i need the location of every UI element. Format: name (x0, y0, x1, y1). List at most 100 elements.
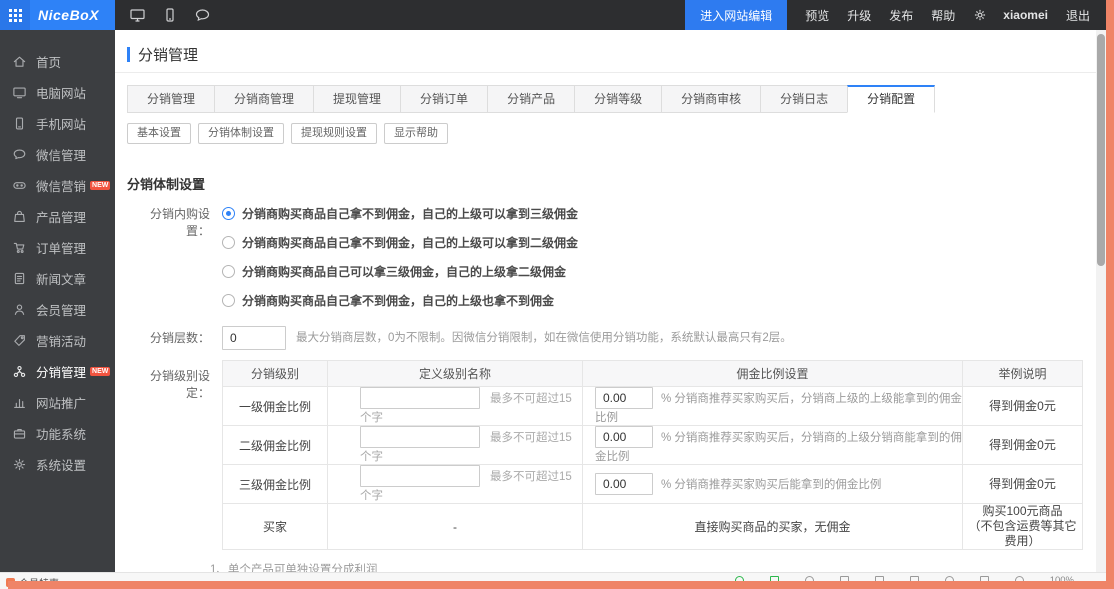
tab[interactable]: 分销商管理 (214, 85, 314, 113)
levels-input[interactable] (222, 326, 286, 350)
bag-icon (12, 209, 27, 224)
sidebar-item[interactable]: 网站推广 (0, 387, 115, 418)
tab[interactable]: 分销日志 (760, 85, 848, 113)
radio-button[interactable] (222, 207, 235, 220)
sub-setting-button[interactable]: 显示帮助 (384, 123, 448, 144)
wechat-chat-icon[interactable] (194, 7, 211, 23)
home-icon (12, 54, 27, 69)
logo[interactable]: NiceBoX (38, 7, 99, 23)
gamepad-icon (12, 178, 27, 193)
level-name-input[interactable] (360, 465, 480, 487)
level-name: 一级佣金比例 (223, 387, 328, 426)
level-name-input[interactable] (360, 426, 480, 448)
sidebar-item[interactable]: 微信营销NEW (0, 170, 115, 201)
tab[interactable]: 分销管理 (127, 85, 215, 113)
example-cell: 购买100元商品（不包含运费等其它费用） (963, 504, 1083, 550)
document-icon (12, 271, 27, 286)
topbar-link[interactable]: 升级 (847, 7, 871, 24)
new-badge: NEW (90, 181, 110, 190)
network-icon (12, 364, 27, 379)
device-switcher (129, 7, 211, 23)
sidebar-item-label: 系统设置 (36, 455, 86, 474)
tab[interactable]: 分销产品 (487, 85, 575, 113)
level-name: 三级佣金比例 (223, 465, 328, 504)
sidebar-item[interactable]: 首页 (0, 46, 115, 77)
apps-grid-icon[interactable] (0, 0, 30, 30)
note-line: 1、单个产品可单独设置分成利润 (210, 562, 1096, 572)
commission-row: 二级佣金比例最多不可超过15个字% 分销商推荐买家购买后，分销商的上级分销商能拿… (223, 426, 1083, 465)
logout-link[interactable]: 退出 (1066, 7, 1090, 24)
table-header-cell: 举例说明 (963, 361, 1083, 387)
table-header-cell: 佣金比例设置 (583, 361, 963, 387)
vertical-scrollbar[interactable] (1096, 30, 1106, 572)
sidebar-item[interactable]: 微信管理 (0, 139, 115, 170)
level-name: 买家 (223, 504, 328, 550)
sidebar-item[interactable]: 手机网站 (0, 108, 115, 139)
purchase-radio-option[interactable]: 分销商购买商品自己拿不到佣金，自己的上级可以拿到三级佣金 (222, 205, 578, 222)
grade-setting-label: 分销级别设定： (127, 360, 210, 550)
tab[interactable]: 分销订单 (400, 85, 488, 113)
topbar-link[interactable]: 发布 (889, 7, 913, 24)
radio-label: 分销商购买商品自己拿不到佣金，自己的上级可以拿到二级佣金 (242, 234, 578, 251)
sub-setting-button[interactable]: 提现规则设置 (291, 123, 377, 144)
sidebar-item[interactable]: 产品管理 (0, 201, 115, 232)
scrollbar-thumb[interactable] (1097, 34, 1105, 266)
settings-gear-icon[interactable] (973, 8, 987, 22)
sub-setting-button[interactable]: 分销体制设置 (198, 123, 284, 144)
rate-input[interactable] (595, 473, 653, 495)
radio-button[interactable] (222, 236, 235, 249)
topbar-link[interactable]: 帮助 (931, 7, 955, 24)
radio-label: 分销商购买商品自己拿不到佣金，自己的上级可以拿到三级佣金 (242, 205, 578, 222)
tab[interactable]: 分销等级 (574, 85, 662, 113)
purchase-radio-option[interactable]: 分销商购买商品自己拿不到佣金，自己的上级也拿不到佣金 (222, 292, 578, 309)
commission-row: 一级佣金比例最多不可超过15个字% 分销商推荐买家购买后，分销商上级的上级能拿到… (223, 387, 1083, 426)
sub-setting-button[interactable]: 基本设置 (127, 123, 191, 144)
sidebar-item-label: 新闻文章 (36, 269, 86, 288)
sidebar-item[interactable]: 系统设置 (0, 449, 115, 480)
sidebar-item-label: 分销管理 (36, 362, 86, 381)
page-title: 分销管理 (127, 46, 1096, 62)
purchase-radio-option[interactable]: 分销商购买商品自己拿不到佣金，自己的上级可以拿到二级佣金 (222, 234, 578, 251)
sidebar-item-label: 订单管理 (36, 238, 86, 257)
radio-label: 分销商购买商品自己可以拿三级佣金，自己的上级拿二级佣金 (242, 263, 566, 280)
sidebar-item[interactable]: 会员管理 (0, 294, 115, 325)
buyer-row: 买家-直接购买商品的买家，无佣金购买100元商品（不包含运费等其它费用） (223, 504, 1083, 550)
rate-description: % 分销商推荐买家购买后能拿到的佣金比例 (661, 479, 881, 491)
tab[interactable]: 分销配置 (847, 85, 935, 113)
purchase-radio-option[interactable]: 分销商购买商品自己可以拿三级佣金，自己的上级拿二级佣金 (222, 263, 578, 280)
levels-hint: 最大分销商层数，0为不限制。因微信分销限制，如在微信使用分销功能，系统默认最高只… (296, 326, 792, 350)
radio-button[interactable] (222, 294, 235, 307)
rate-input[interactable] (595, 387, 653, 409)
sub-button-bar: 基本设置分销体制设置提现规则设置显示帮助 (127, 123, 1096, 144)
buyer-name: - (328, 504, 583, 550)
username[interactable]: xiaomei (1003, 8, 1048, 22)
gear-icon (12, 457, 27, 472)
system-section-heading: 分销体制设置 (127, 174, 1096, 193)
level-name-input[interactable] (360, 387, 480, 409)
sidebar-item-label: 电脑网站 (36, 83, 86, 102)
tab[interactable]: 分销商审核 (661, 85, 761, 113)
rate-input[interactable] (595, 426, 653, 448)
topbar-link[interactable]: 预览 (805, 7, 829, 24)
sidebar-item[interactable]: 功能系统 (0, 418, 115, 449)
frame-right-bar (1106, 0, 1114, 589)
radio-button[interactable] (222, 265, 235, 278)
sidebar-item-label: 首页 (36, 52, 61, 71)
sidebar-item[interactable]: 营销活动 (0, 325, 115, 356)
sidebar-item[interactable]: 新闻文章 (0, 263, 115, 294)
mobile-site-icon[interactable] (162, 7, 178, 23)
sidebar-item-label: 网站推广 (36, 393, 86, 412)
sidebar-item-label: 会员管理 (36, 300, 86, 319)
new-badge: NEW (90, 367, 110, 376)
cart-icon (12, 240, 27, 255)
sidebar-item[interactable]: 电脑网站 (0, 77, 115, 108)
sidebar-item-label: 微信管理 (36, 145, 86, 164)
sidebar-item-label: 功能系统 (36, 424, 86, 443)
enter-site-editor-button[interactable]: 进入网站编辑 (685, 0, 787, 30)
monitor-icon (12, 85, 27, 100)
tab[interactable]: 提现管理 (313, 85, 401, 113)
sidebar-item[interactable]: 分销管理 NEW (0, 356, 115, 387)
topbar: NiceBoX 进入网站编辑 预览 升级 发布 帮助 xiaomei (0, 0, 1114, 30)
sidebar-item[interactable]: 订单管理 (0, 232, 115, 263)
desktop-site-icon[interactable] (129, 7, 146, 23)
